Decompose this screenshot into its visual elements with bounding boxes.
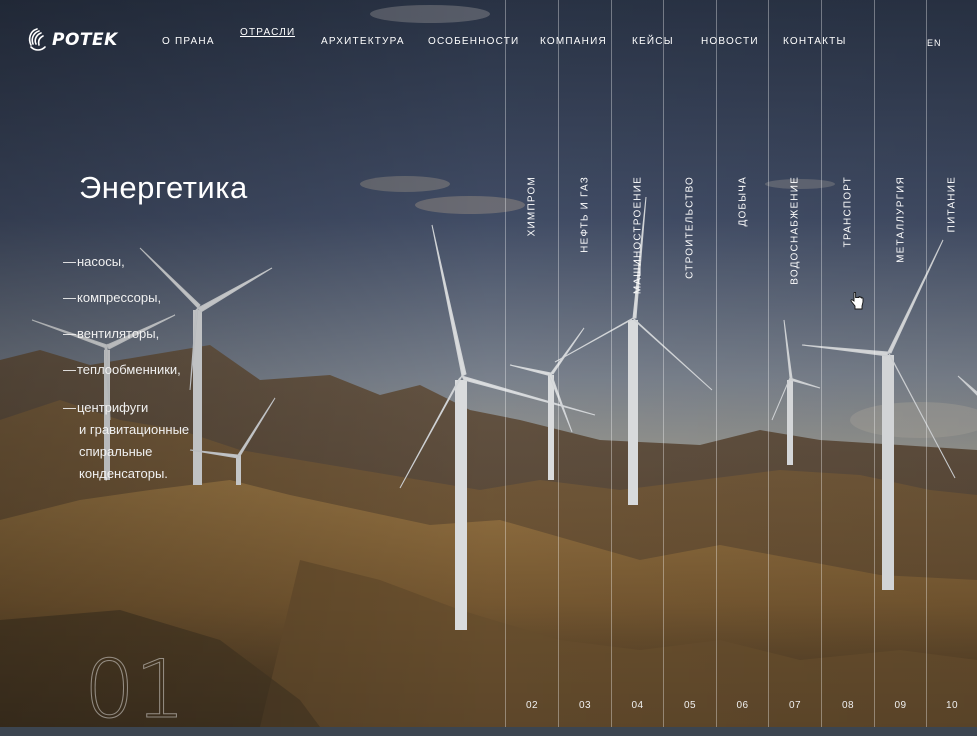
column-number: 03 bbox=[578, 700, 592, 711]
column-label: НЕФТЬ И ГАЗ bbox=[579, 176, 591, 253]
column-oil-gas[interactable]: НЕФТЬ И ГАЗ 03 bbox=[558, 0, 611, 727]
column-number: 05 bbox=[683, 700, 697, 711]
column-water-supply[interactable]: ВОДОСНАБЖЕНИЕ 07 bbox=[768, 0, 821, 727]
column-label: ТРАНСПОРТ bbox=[842, 176, 854, 248]
column-label: ДОБЫЧА bbox=[737, 176, 748, 227]
equipment-list: —насосы, —компрессоры, —вентиляторы, —те… bbox=[63, 253, 189, 503]
column-metallurgy[interactable]: МЕТАЛЛУРГИЯ 09 bbox=[874, 0, 926, 727]
list-item: —теплообменники, bbox=[63, 362, 181, 377]
column-label: ВОДОСНАБЖЕНИЕ bbox=[789, 176, 801, 285]
list-item-text: компрессоры, bbox=[77, 290, 162, 305]
list-item: —компрессоры, bbox=[63, 290, 162, 305]
column-transport[interactable]: ТРАНСПОРТ 08 bbox=[821, 0, 874, 727]
list-item-text: спиральные bbox=[79, 444, 153, 459]
column-label: СТРОИТЕЛЬСТВО bbox=[684, 176, 696, 279]
list-item: —насосы, bbox=[63, 254, 125, 269]
column-number: 07 bbox=[788, 700, 802, 711]
list-item-text: центрифуги bbox=[77, 400, 149, 415]
list-item-text: вентиляторы, bbox=[77, 326, 160, 341]
column-number: 09 bbox=[894, 700, 907, 711]
list-item-text: конденсаторы. bbox=[79, 466, 168, 481]
column-mining[interactable]: ДОБЫЧА 06 bbox=[716, 0, 768, 727]
hand-cursor-icon bbox=[850, 292, 864, 310]
column-label: ХИМПРОМ bbox=[526, 176, 538, 237]
nav-item-architecture[interactable]: АРХИТЕКТУРА bbox=[321, 36, 405, 47]
column-machinery[interactable]: МАШИНОСТРОЕНИЕ 04 bbox=[611, 0, 663, 727]
industry-number: 01 bbox=[84, 643, 187, 736]
column-number: 06 bbox=[736, 700, 749, 711]
column-construction[interactable]: СТРОИТЕЛЬСТВО 05 bbox=[663, 0, 716, 727]
list-item-text: теплообменники, bbox=[77, 362, 181, 377]
column-label: МЕТАЛЛУРГИЯ bbox=[895, 176, 906, 263]
list-item: —вентиляторы, bbox=[63, 326, 160, 341]
list-item-text: и гравитационные bbox=[79, 422, 190, 437]
column-number: 08 bbox=[841, 700, 855, 711]
list-item: —центрифуги и гравитационные спиральные … bbox=[63, 397, 189, 485]
column-number: 04 bbox=[631, 700, 644, 711]
list-item-text: насосы, bbox=[77, 254, 125, 269]
column-chemical[interactable]: ХИМПРОМ 02 bbox=[505, 0, 558, 727]
column-label: ПИТАНИЕ bbox=[946, 176, 958, 233]
nav-item-about[interactable]: О ПРАНА bbox=[162, 36, 215, 47]
nav-item-industries[interactable]: ОТРАСЛИ bbox=[240, 27, 296, 38]
column-number: 10 bbox=[945, 700, 959, 711]
industry-columns: ХИМПРОМ 02 НЕФТЬ И ГАЗ 03 МАШИНОСТРОЕНИЕ… bbox=[505, 0, 977, 727]
column-food[interactable]: ПИТАНИЕ 10 bbox=[926, 0, 977, 727]
column-number: 02 bbox=[525, 700, 539, 711]
industry-title: Энергетика bbox=[79, 170, 248, 205]
column-label: МАШИНОСТРОЕНИЕ bbox=[632, 176, 643, 295]
